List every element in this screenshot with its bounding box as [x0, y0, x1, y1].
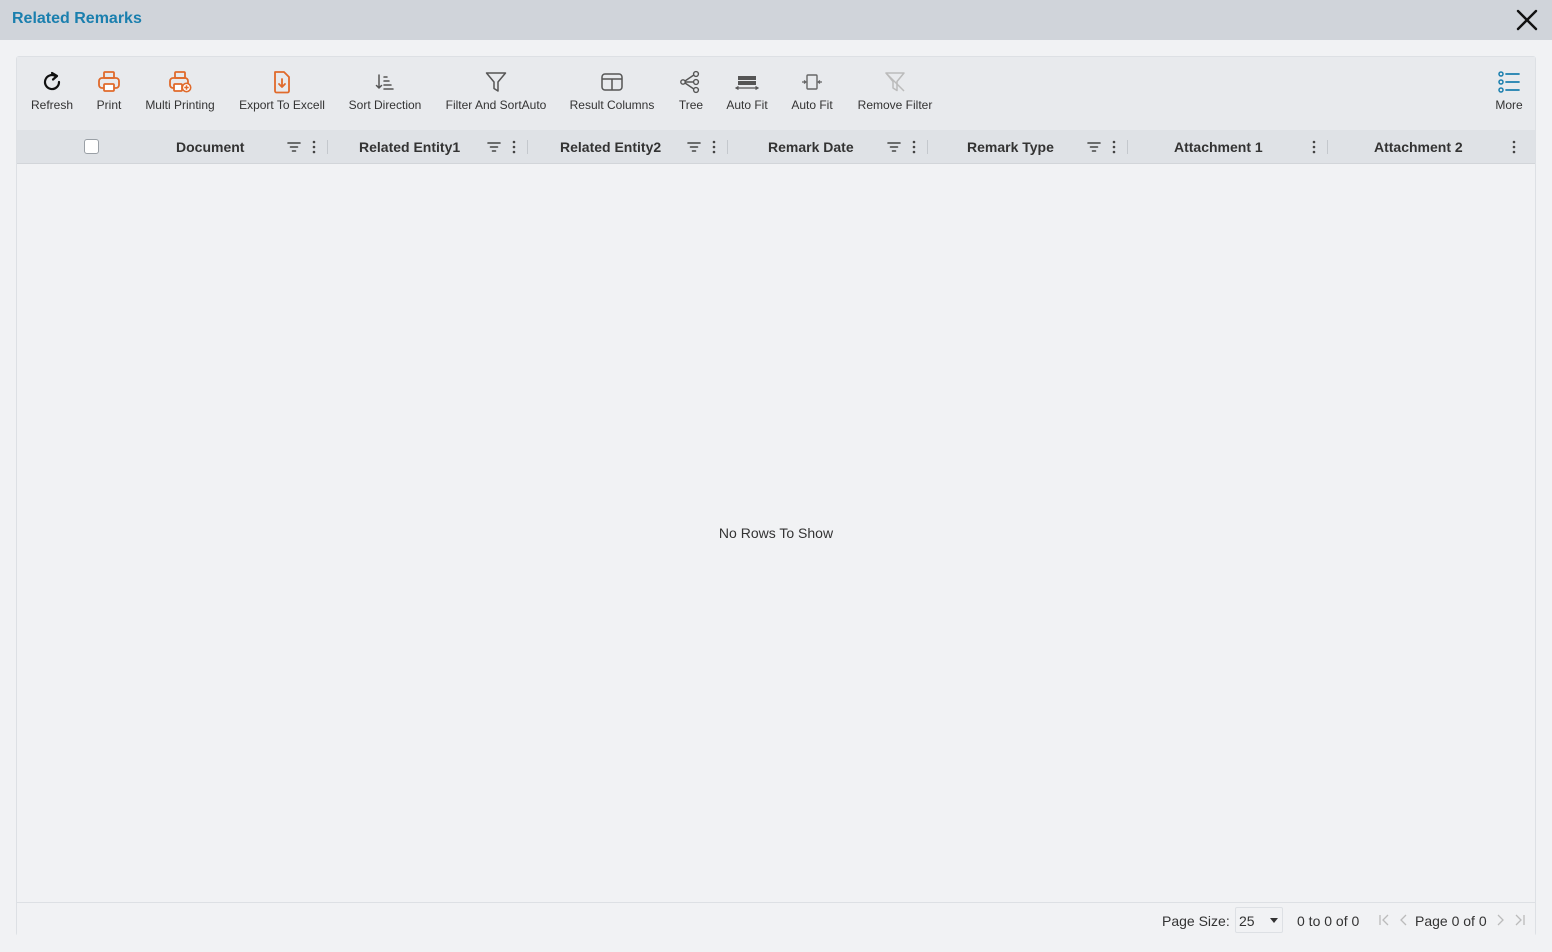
grid-body[interactable]: No Rows To Show [17, 164, 1535, 902]
auto-fit-rows-icon [733, 68, 761, 96]
page-size-value: 25 [1239, 913, 1255, 929]
refresh-icon [38, 68, 66, 96]
page-size-select[interactable]: 25 [1235, 907, 1283, 933]
multi-printing-label: Multi Printing [145, 98, 215, 112]
column-header-label: Remark Date [768, 139, 854, 155]
remove-filter-button[interactable]: Remove Filter [853, 57, 937, 130]
remove-filter-label: Remove Filter [857, 98, 933, 112]
filter-icon[interactable] [886, 139, 902, 155]
funnel-icon [482, 68, 510, 96]
column-menu-icon[interactable] [506, 139, 522, 155]
column-menu-icon[interactable] [906, 139, 922, 155]
page-indicator: Page 0 of 0 [1415, 913, 1487, 929]
multi-print-icon [166, 68, 194, 96]
auto-fit-rows-button[interactable]: Auto Fit [723, 57, 771, 130]
auto-fit-columns-label: Auto Fit [791, 98, 833, 112]
column-menu-icon[interactable] [706, 139, 722, 155]
refresh-button[interactable]: Refresh [29, 57, 75, 130]
printer-icon [95, 68, 123, 96]
dialog-titlebar: Related Remarks [0, 0, 1552, 40]
close-icon[interactable] [1514, 7, 1540, 33]
last-page-icon[interactable] [1513, 912, 1527, 928]
result-columns-label: Result Columns [569, 98, 655, 112]
export-file-icon [268, 68, 296, 96]
filter-icon[interactable] [686, 139, 702, 155]
column-header-label: Attachment 2 [1374, 139, 1463, 155]
first-page-icon[interactable] [1377, 912, 1391, 928]
filter-icon[interactable] [486, 139, 502, 155]
more-button[interactable]: More [1489, 57, 1529, 130]
column-header-remark-type[interactable]: Remark Type [927, 130, 1127, 164]
page-size-label: Page Size: [1162, 913, 1230, 929]
column-header-label: Related Entity2 [560, 139, 662, 155]
auto-fit-columns-icon [798, 68, 826, 96]
row-range-summary: 0 to 0 of 0 [1297, 913, 1360, 929]
sort-direction-icon [371, 68, 399, 96]
auto-fit-columns-button[interactable]: Auto Fit [789, 57, 835, 130]
column-menu-icon[interactable] [1506, 139, 1522, 155]
column-header-label: Attachment 1 [1174, 139, 1263, 155]
columns-icon [598, 68, 626, 96]
column-menu-icon[interactable] [1106, 139, 1122, 155]
column-header-related-entity2[interactable]: Related Entity2 [527, 130, 727, 164]
export-excel-label: Export To Excell [239, 98, 325, 112]
auto-fit-rows-label: Auto Fit [726, 98, 768, 112]
column-header-label: Remark Type [967, 139, 1054, 155]
multi-printing-button[interactable]: Multi Printing [141, 57, 219, 130]
tree-icon [677, 68, 705, 96]
refresh-label: Refresh [30, 98, 74, 112]
filter-and-sort-label: Filter And SortAuto [445, 98, 547, 112]
column-header-document[interactable]: Document [77, 130, 316, 164]
pagination-bar: Page Size: 25 0 to 0 of 0 Page 0 of 0 [17, 902, 1535, 936]
print-button[interactable]: Print [91, 57, 127, 130]
sort-direction-button[interactable]: Sort Direction [345, 57, 425, 130]
toolbar: Refresh Print Multi Printing Export To E… [17, 57, 1535, 130]
remove-filter-icon [881, 68, 909, 96]
grid-header: Document Related Entity1 Related Entity2… [17, 130, 1535, 164]
filter-and-sort-button[interactable]: Filter And SortAuto [441, 57, 551, 130]
results-panel: Refresh Print Multi Printing Export To E… [16, 56, 1536, 936]
column-header-label: Document [176, 139, 245, 155]
dialog-title: Related Remarks [12, 10, 142, 27]
no-rows-message: No Rows To Show [718, 525, 834, 541]
list-menu-icon [1495, 68, 1523, 96]
column-header-attachment-1[interactable]: Attachment 1 [1127, 130, 1327, 164]
column-menu-icon[interactable] [1306, 139, 1322, 155]
tree-button[interactable]: Tree [675, 57, 707, 130]
column-header-related-entity1[interactable]: Related Entity1 [327, 130, 527, 164]
column-header-label: Related Entity1 [359, 139, 461, 155]
print-label: Print [96, 98, 122, 112]
result-columns-button[interactable]: Result Columns [567, 57, 657, 130]
tree-label: Tree [678, 98, 704, 112]
sort-direction-label: Sort Direction [348, 98, 422, 112]
previous-page-icon[interactable] [1397, 912, 1411, 928]
more-label: More [1495, 98, 1523, 112]
filter-icon[interactable] [286, 139, 302, 155]
chevron-down-icon [1270, 918, 1278, 923]
next-page-icon[interactable] [1493, 912, 1507, 928]
filter-icon[interactable] [1086, 139, 1102, 155]
column-header-attachment-2[interactable]: Attachment 2 [1327, 130, 1535, 164]
export-excel-button[interactable]: Export To Excell [235, 57, 329, 130]
column-header-remark-date[interactable]: Remark Date [727, 130, 927, 164]
column-menu-icon[interactable] [306, 139, 322, 155]
